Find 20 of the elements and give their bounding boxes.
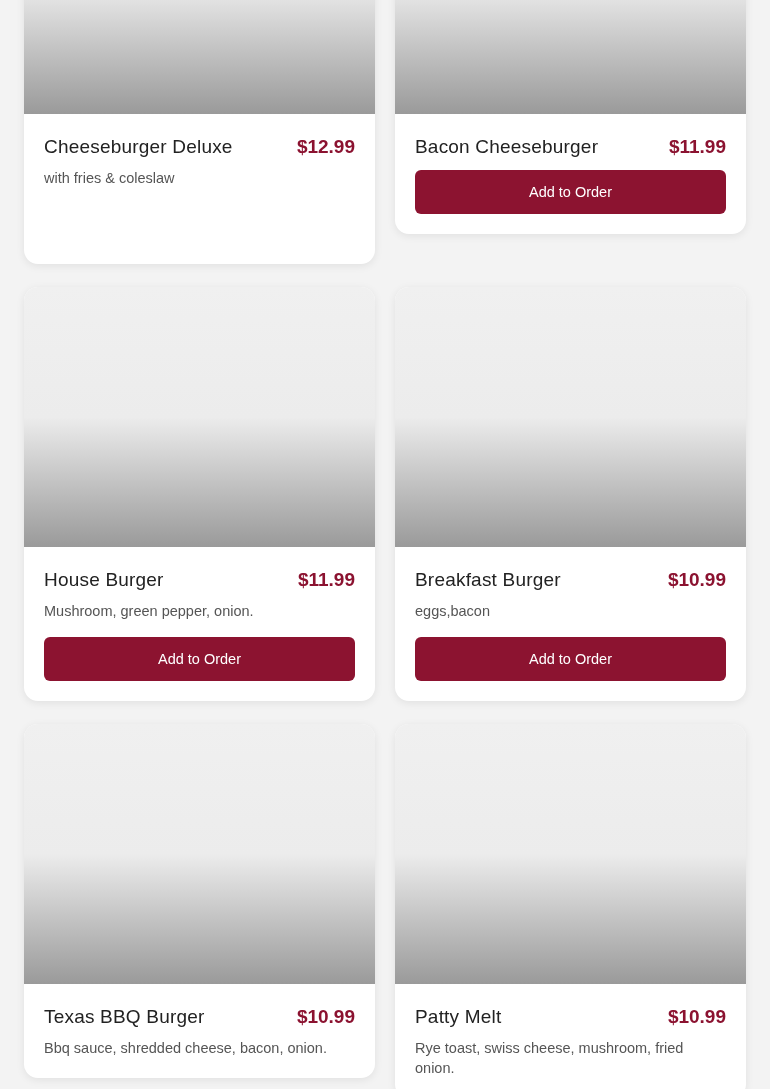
item-name: House Burger <box>44 569 164 591</box>
item-name: Patty Melt <box>415 1006 502 1028</box>
item-price: $10.99 <box>667 1006 726 1028</box>
item-description: Rye toast, swiss cheese, mushroom, fried onion. <box>415 1039 685 1078</box>
item-price: $10.99 <box>667 569 726 591</box>
item-description: Bbq sauce, shredded cheese, bacon, onion. <box>44 1039 328 1058</box>
item-name: Texas BBQ Burger <box>44 1006 205 1028</box>
item-description: with fries & coleslaw <box>44 169 176 188</box>
add-to-order-button[interactable]: Add to Order <box>415 637 726 681</box>
item-price: $11.99 <box>668 136 726 158</box>
item-name: Bacon Cheeseburger <box>415 136 599 158</box>
add-to-order-button[interactable]: Add to Order <box>415 170 726 214</box>
item-name: Cheeseburger Deluxe <box>44 136 233 158</box>
item-description: Mushroom, green pepper, onion. <box>44 602 255 621</box>
item-price: $12.99 <box>296 136 355 158</box>
add-to-order-button[interactable]: Add to Order <box>44 637 355 681</box>
item-name: Breakfast Burger <box>415 569 561 591</box>
item-price: $10.99 <box>296 1006 355 1028</box>
item-price: $11.99 <box>297 569 355 591</box>
item-description: eggs,bacon <box>415 602 491 621</box>
